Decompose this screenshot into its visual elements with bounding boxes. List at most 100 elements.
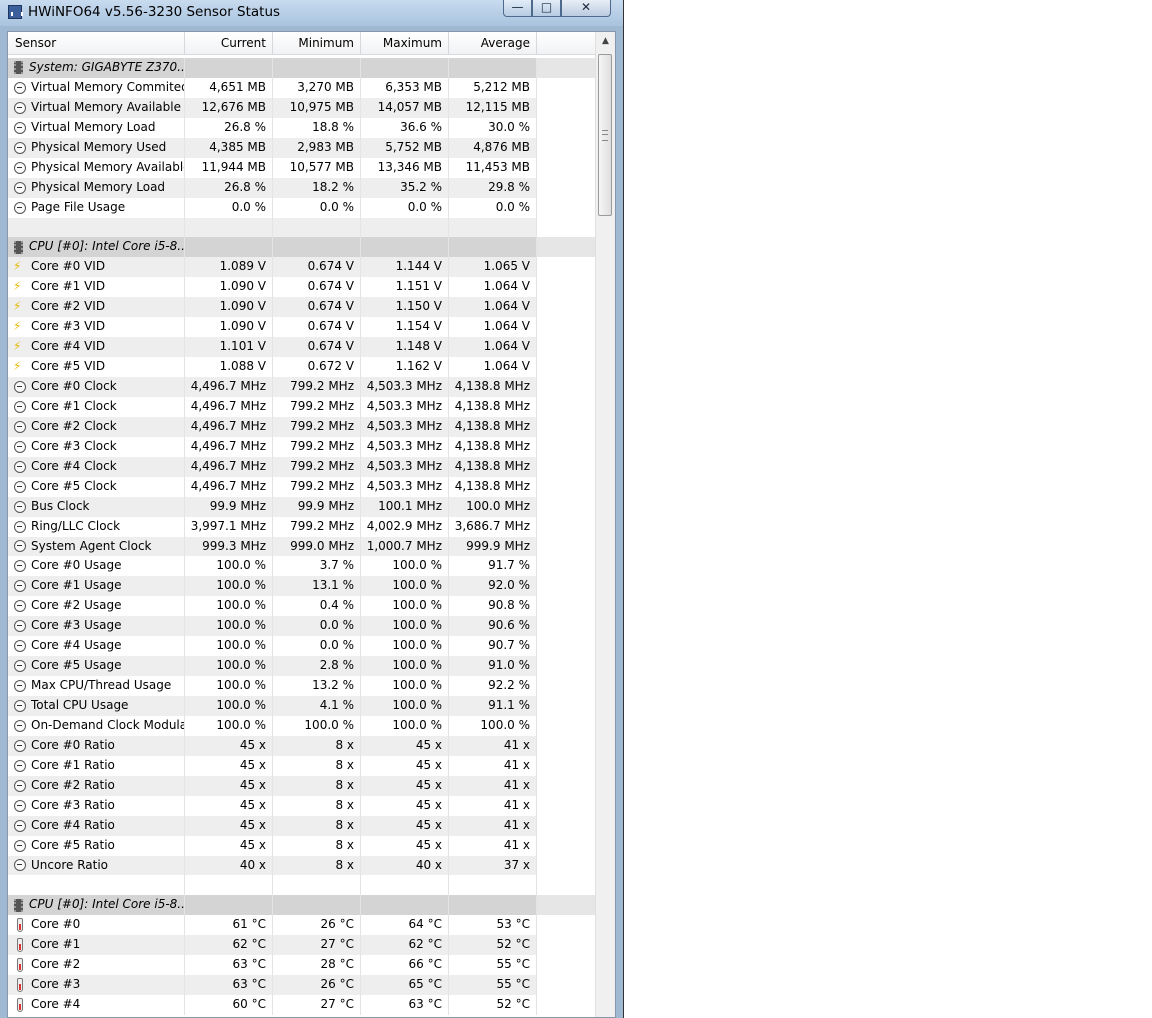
- sensor-group-row[interactable]: CPU [#0]: Intel Core i5-8...: [8, 895, 595, 916]
- row-spacer: [537, 656, 595, 677]
- minimum-value: 26 °C: [273, 915, 361, 936]
- column-header-minimum[interactable]: Minimum: [273, 32, 361, 54]
- table-row[interactable]: Core #3 63 °C 26 °C 65 °C 55 °C: [8, 975, 595, 996]
- column-header-sensor[interactable]: Sensor: [8, 32, 185, 54]
- table-row[interactable]: Core #5 Clock 4,496.7 MHz 799.2 MHz 4,503.3…: [8, 476, 595, 497]
- table-row[interactable]: Core #2 Clock 4,496.7 MHz 799.2 MHz 4,503.3…: [8, 416, 595, 437]
- table-row[interactable]: Core #0 VID 1.089 V0.674 V1.144 V1.065 V: [8, 257, 595, 278]
- scroll-up-arrow-icon[interactable]: ▲: [596, 32, 615, 50]
- average-value: 1.065 V: [449, 257, 537, 278]
- minimum-value: [273, 58, 361, 78]
- table-row[interactable]: Core #1 VID 1.090 V0.674 V1.151 V1.064 V: [8, 277, 595, 298]
- row-spacer: [537, 935, 595, 956]
- table-row[interactable]: Max CPU/Thread Usage 100.0 % 13.2 % 100.0 %…: [8, 676, 595, 696]
- table-row[interactable]: Core #5 Ratio 45 x8 x 45 x 41 x: [8, 835, 595, 856]
- table-row[interactable]: Virtual Memory Available 12,676 MB 10,975 …: [8, 97, 595, 118]
- current-value: 100.0 %: [185, 715, 273, 736]
- table-row[interactable]: Page File Usage 0.0 % 0.0 % 0.0 % 0.0 %: [8, 197, 595, 218]
- current-value: [185, 895, 273, 916]
- minimum-value: 799.2 MHz: [273, 377, 361, 397]
- hwinfo-app-icon[interactable]: [8, 5, 23, 19]
- current-value: 26.8 %: [185, 177, 273, 198]
- close-button[interactable]: ✕: [561, 0, 611, 17]
- table-row[interactable]: Physical Memory Available 11,944 MB 10,577…: [8, 157, 595, 178]
- table-row[interactable]: Uncore Ratio 40 x8 x 40 x 37 x: [8, 855, 595, 876]
- table-row[interactable]: Core #0 Clock 4,496.7 MHz 799.2 MHz 4,503.3…: [8, 377, 595, 397]
- table-row[interactable]: Core #2 VID 1.090 V0.674 V1.150 V1.064 V: [8, 297, 595, 318]
- sensor-label: Core #1 Ratio: [31, 757, 115, 772]
- table-row[interactable]: System Agent Clock 999.3 MHz 999.0 MHz 1,00…: [8, 536, 595, 557]
- table-row[interactable]: Core #1 Clock 4,496.7 MHz 799.2 MHz 4,503.3…: [8, 396, 595, 417]
- average-value: 91.0 %: [449, 656, 537, 677]
- sensor-name-cell: Core #5 Usage: [8, 656, 185, 677]
- average-value: [449, 237, 537, 258]
- table-row[interactable]: Core #3 Clock 4,496.7 MHz 799.2 MHz 4,503.3…: [8, 436, 595, 457]
- table-row[interactable]: Core #3 Ratio 45 x8 x 45 x 41 x: [8, 795, 595, 816]
- column-header-maximum[interactable]: Maximum: [361, 32, 449, 54]
- lightning-icon: [13, 277, 26, 295]
- maximum-value: 1,000.7 MHz: [361, 536, 449, 557]
- minimum-value: 0.674 V: [273, 317, 361, 338]
- table-row[interactable]: Bus Clock 99.9 MHz 99.9 MHz 100.1 MHz 100.0 …: [8, 496, 595, 517]
- scrollbar-thumb[interactable]: [598, 54, 612, 216]
- table-row[interactable]: Core #2 Usage 100.0 % 0.4 % 100.0 % 90.8 %: [8, 596, 595, 617]
- row-spacer: [537, 416, 595, 437]
- table-row[interactable]: Virtual Memory Commited 4,651 MB 3,270 MB 6…: [8, 77, 595, 98]
- maximum-value: 40 x: [361, 855, 449, 876]
- average-value: 52 °C: [449, 935, 537, 956]
- maximum-value: 100.0 %: [361, 616, 449, 637]
- table-row[interactable]: Physical Memory Load 26.8 % 18.2 % 35.2 % 29…: [8, 177, 595, 198]
- table-row[interactable]: Core #5 VID 1.088 V0.672 V1.162 V1.064 V: [8, 357, 595, 377]
- table-row[interactable]: Core #2 63 °C 28 °C 66 °C 55 °C: [8, 955, 595, 976]
- vertical-scrollbar[interactable]: ▲: [595, 32, 615, 1017]
- sensor-name-cell: Core #4: [8, 995, 185, 1015]
- gauge-icon: [14, 181, 26, 194]
- table-row[interactable]: Physical Memory Used 4,385 MB 2,983 MB 5,75…: [8, 137, 595, 158]
- table-row[interactable]: Core #1 Usage 100.0 % 13.1 % 100.0 % 92.0 %: [8, 576, 595, 597]
- sensor-name-cell: Core #3 Clock: [8, 436, 185, 457]
- window-title: HWiNFO64 v5.56-3230 Sensor Status: [28, 4, 281, 20]
- title-bar[interactable]: HWiNFO64 v5.56-3230 Sensor Status — □ ✕: [0, 0, 623, 26]
- sensor-name-cell: Virtual Memory Load: [8, 117, 185, 138]
- row-spacer: [537, 396, 595, 417]
- table-row[interactable]: Ring/LLC Clock 3,997.1 MHz 799.2 MHz 4,002.…: [8, 516, 595, 537]
- average-value: 4,138.8 MHz: [449, 416, 537, 437]
- current-value: 45 x: [185, 735, 273, 756]
- gauge-icon: [14, 101, 26, 114]
- table-row[interactable]: Core #1 Ratio 45 x8 x 45 x 41 x: [8, 755, 595, 776]
- table-row[interactable]: Total CPU Usage 100.0 % 4.1 % 100.0 % 91.1 %: [8, 696, 595, 716]
- column-header-current[interactable]: Current: [185, 32, 273, 54]
- minimum-value: 799.2 MHz: [273, 396, 361, 417]
- table-row[interactable]: Core #2 Ratio 45 x8 x 45 x 41 x: [8, 775, 595, 796]
- maximum-value: 63 °C: [361, 995, 449, 1015]
- minimize-button[interactable]: —: [503, 0, 532, 17]
- sensor-label: Physical Memory Load: [31, 179, 166, 194]
- sensor-label: Core #5 Clock: [31, 478, 117, 493]
- table-row[interactable]: Core #0 Ratio 45 x8 x 45 x 41 x: [8, 735, 595, 756]
- table-row[interactable]: Core #4 Ratio 45 x8 x 45 x 41 x: [8, 815, 595, 836]
- table-row[interactable]: Core #3 Usage 100.0 % 0.0 % 100.0 % 90.6 %: [8, 616, 595, 637]
- maximum-value: 1.150 V: [361, 297, 449, 318]
- current-value: 4,496.7 MHz: [185, 476, 273, 497]
- table-row[interactable]: Core #5 Usage 100.0 % 2.8 % 100.0 % 91.0 %: [8, 656, 595, 677]
- table-row[interactable]: Core #0 Usage 100.0 % 3.7 % 100.0 % 91.7 %: [8, 556, 595, 577]
- current-value: [185, 875, 273, 896]
- table-row[interactable]: Core #1 62 °C 27 °C 62 °C 52 °C: [8, 935, 595, 956]
- maximize-button[interactable]: □: [532, 0, 561, 17]
- table-row[interactable]: Core #4 Usage 100.0 % 0.0 % 100.0 % 90.7 %: [8, 636, 595, 657]
- table-row[interactable]: Core #3 VID 1.090 V0.674 V1.154 V1.064 V: [8, 317, 595, 338]
- table-row[interactable]: Core #0 61 °C 26 °C 64 °C 53 °C: [8, 915, 595, 936]
- sensor-group-row[interactable]: System: GIGABYTE Z370...: [8, 58, 595, 78]
- minimum-value: 0.4 %: [273, 596, 361, 617]
- sensor-group-row[interactable]: CPU [#0]: Intel Core i5-8...: [8, 237, 595, 258]
- table-row[interactable]: Core #4 Clock 4,496.7 MHz 799.2 MHz 4,503.3…: [8, 456, 595, 477]
- sensor-name-cell: Virtual Memory Available: [8, 97, 185, 118]
- table-row[interactable]: Core #4 VID 1.101 V0.674 V1.148 V1.064 V: [8, 337, 595, 358]
- sensor-name-cell: Core #1 Usage: [8, 576, 185, 597]
- table-row[interactable]: Virtual Memory Load 26.8 % 18.8 % 36.6 % 30.…: [8, 117, 595, 138]
- maximum-value: 100.0 %: [361, 576, 449, 597]
- table-row[interactable]: On-Demand Clock Modula... 100.0 % 100.0 % 1…: [8, 715, 595, 736]
- column-header-average[interactable]: Average: [449, 32, 537, 54]
- sensor-label: Physical Memory Available: [31, 159, 185, 174]
- table-row[interactable]: Core #4 60 °C 27 °C 63 °C 52 °C: [8, 995, 595, 1015]
